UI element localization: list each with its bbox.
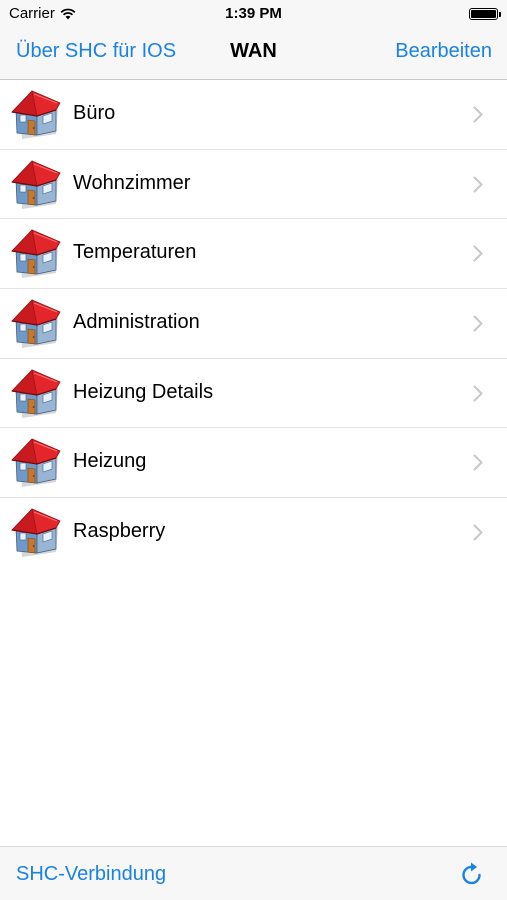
chevron-right-icon	[473, 385, 483, 402]
list-item-label: Raspberry	[73, 520, 166, 543]
edit-button[interactable]: Bearbeiten	[395, 40, 492, 63]
list-item-label: Wohnzimmer	[73, 171, 191, 194]
house-icon	[10, 505, 64, 559]
chevron-right-icon	[473, 245, 483, 262]
list-item[interactable]: Heizung Details	[0, 359, 507, 429]
house-icon	[10, 87, 64, 141]
navigation-bar: Über SHC für IOS WAN Bearbeiten	[0, 28, 507, 80]
list-item-label: Heizung	[73, 450, 147, 473]
chevron-right-icon	[473, 176, 483, 193]
list-item-label: Heizung Details	[73, 380, 214, 403]
list-item-label: Temperaturen	[73, 241, 197, 264]
house-icon	[10, 226, 64, 280]
shc-connection-button[interactable]: SHC-Verbindung	[16, 863, 166, 886]
refresh-icon[interactable]	[459, 861, 485, 887]
chevron-right-icon	[473, 524, 483, 541]
list-item[interactable]: Wohnzimmer	[0, 150, 507, 220]
house-icon	[10, 157, 64, 211]
list-item-label: Büro	[73, 102, 116, 124]
house-icon	[10, 435, 64, 489]
house-icon	[10, 296, 64, 350]
house-icon	[10, 366, 64, 420]
bottom-toolbar: SHC-Verbindung	[0, 846, 507, 900]
battery-icon	[469, 8, 501, 20]
list-item[interactable]: Büro	[0, 80, 507, 150]
chevron-right-icon	[473, 106, 483, 123]
chevron-right-icon	[473, 454, 483, 471]
status-time: 1:39 PM	[225, 5, 282, 22]
list-item[interactable]: Heizung	[0, 428, 507, 499]
list-item[interactable]: Temperaturen	[0, 219, 507, 290]
list-item[interactable]: Administration	[0, 289, 507, 359]
status-bar: Carrier 1:39 PM	[0, 0, 507, 28]
list-item-label: Administration	[73, 311, 200, 334]
room-list: Büro Wohnzimmer Temperaturen Administration…	[0, 80, 507, 568]
list-item[interactable]: Raspberry	[0, 498, 507, 568]
chevron-right-icon	[473, 315, 483, 332]
